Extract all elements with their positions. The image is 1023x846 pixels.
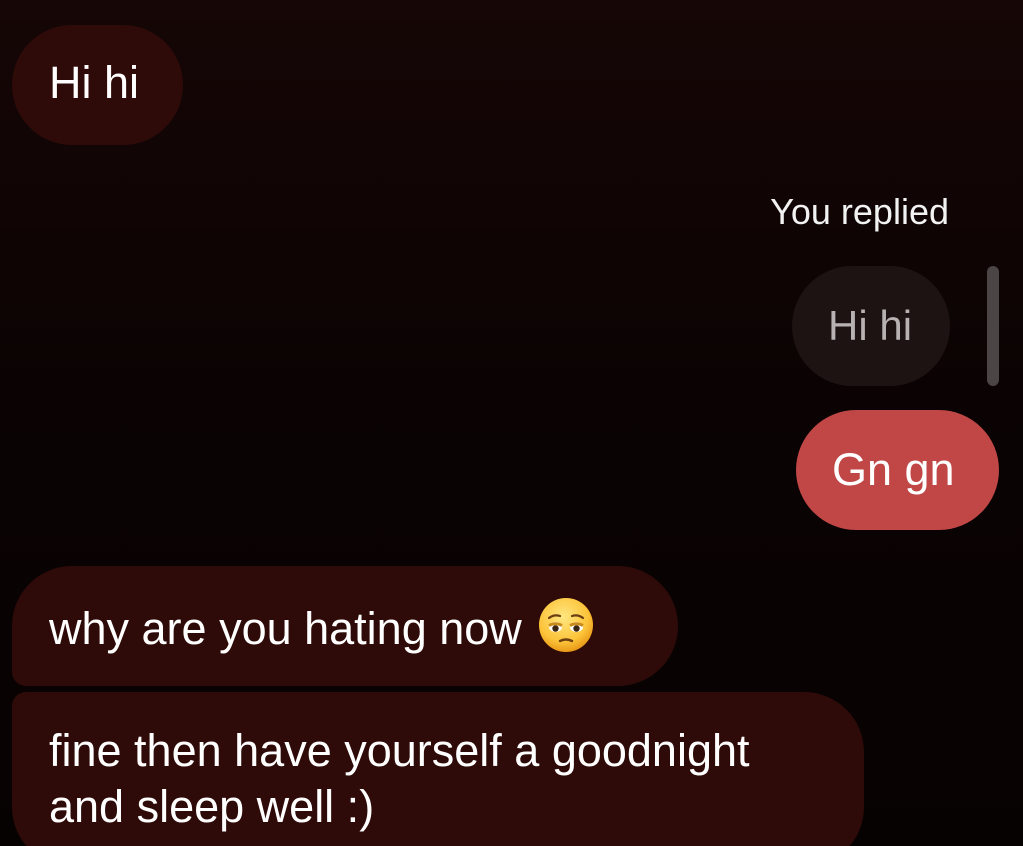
incoming-message-bubble[interactable]: why are you hating now [12,566,678,686]
message-text: Gn gn [832,444,955,495]
quoted-message-bubble[interactable]: Hi hi [792,266,950,386]
message-text: Hi hi [49,57,140,108]
incoming-message-bubble[interactable]: Hi hi [12,25,183,145]
reply-indicator-bar [987,266,999,386]
incoming-message-bubble[interactable]: fine then have yourself a goodnight and … [12,692,864,846]
quoted-message-text: Hi hi [828,302,913,349]
chat-screen: Hi hi You replied Hi hi Gn gn why are yo… [0,0,1023,846]
outgoing-message-bubble[interactable]: Gn gn [796,410,999,530]
message-text-line: and sleep well :) [49,781,375,832]
reply-label: You replied [770,191,949,232]
message-text: why are you hating now [49,603,522,654]
pensive-face-emoji-icon [538,597,594,653]
message-text-line: fine then have yourself a goodnight [49,725,750,776]
